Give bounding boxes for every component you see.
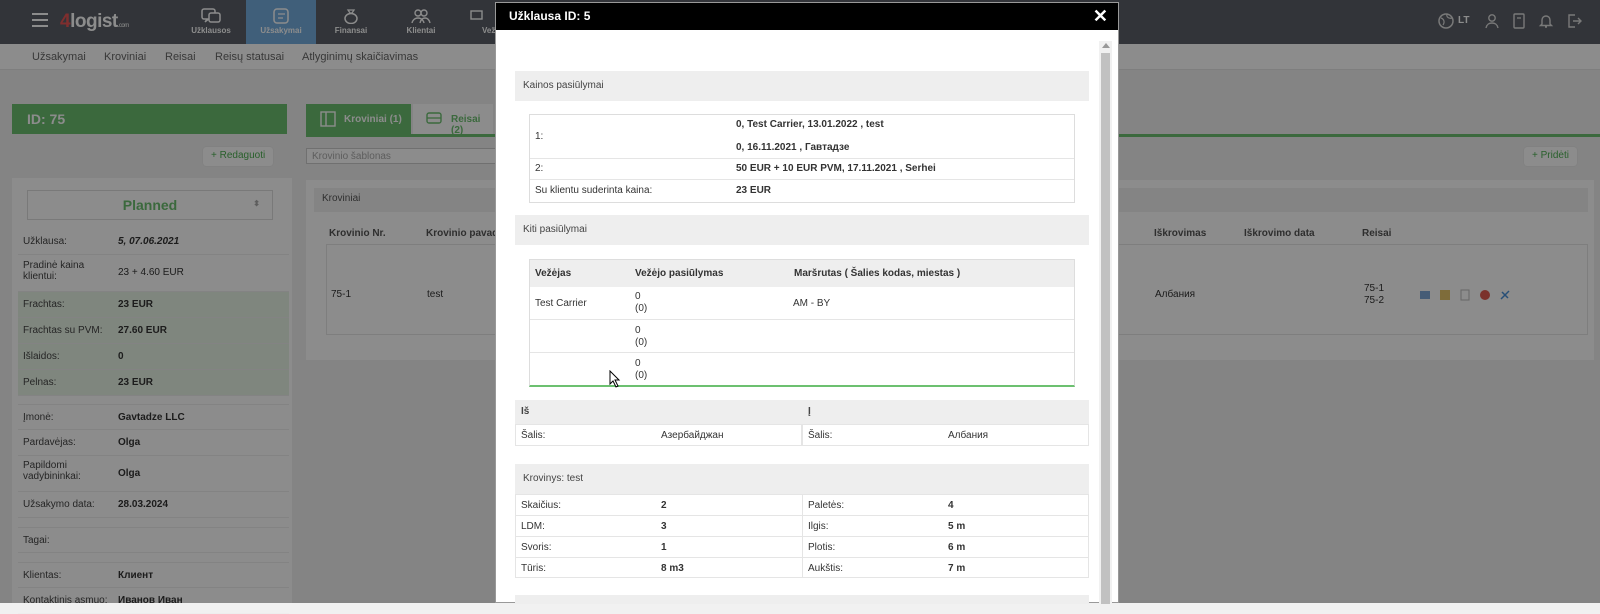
to-section-header: Į [802,400,1089,424]
from-section-header: Iš [515,400,802,424]
offer-row: 2: 50 EUR + 10 EUR PVM, 17.11.2021 , Ser… [530,159,1074,180]
price-offers-box: 1: 0, Test Carrier, 13.01.2022 , test 0,… [529,114,1075,203]
scroll-thumb[interactable] [1101,53,1110,604]
cargo-row: Tūris: 8 m3 Aukštis: 7 m [521,563,966,574]
price-offers-section-header: Kainos pasiūlymai [515,71,1089,101]
to-country-row: Šalis: Албания [802,424,1089,446]
cargo-row: Skaičius: 2 Paletės: 4 [516,495,1088,516]
mouse-cursor-icon [609,370,621,388]
other-offers-header-row: Vežėjas Vežėjo pasiūlymas Maršrutas ( Ša… [530,260,1074,287]
scroll-up-arrow-icon[interactable] [1102,43,1110,48]
table-row: Test Carrier 0 (0) AM - BY [530,287,1074,320]
cargo-row: LDM: 3 Ilgis: 5 m [516,516,1088,537]
offer-row: 1: 0, Test Carrier, 13.01.2022 , test 0,… [530,115,1074,159]
inquiry-modal: Užklausa ID: 5 ✕ Kainos pasiūlymai 1: 0,… [495,2,1119,604]
modal-title: Užklausa ID: 5 [509,9,591,23]
agreed-price-row: Su klientu suderinta kaina: 23 EUR [535,185,772,196]
other-offers-table: Vežėjas Vežėjo pasiūlymas Maršrutas ( Ša… [529,259,1075,387]
modal-header: Užklausa ID: 5 ✕ [496,3,1118,30]
other-offers-section-header: Kiti pasiūlymai [515,215,1089,245]
from-country-row: Šalis: Азербайджан [515,424,802,446]
close-icon[interactable]: ✕ [1093,7,1108,25]
cargo-row: Svoris: 1 Plotis: 6 m [516,537,1088,558]
cargo-details-table: Skaičius: 2 Paletės: 4 LDM: 3 Ilgis: 5 m Svo… [515,494,1089,578]
cargo-section-header: Krovinys: test [515,464,1089,494]
modal-scrollbar[interactable] [1099,41,1112,604]
table-row: 0 (0) [530,320,1074,353]
